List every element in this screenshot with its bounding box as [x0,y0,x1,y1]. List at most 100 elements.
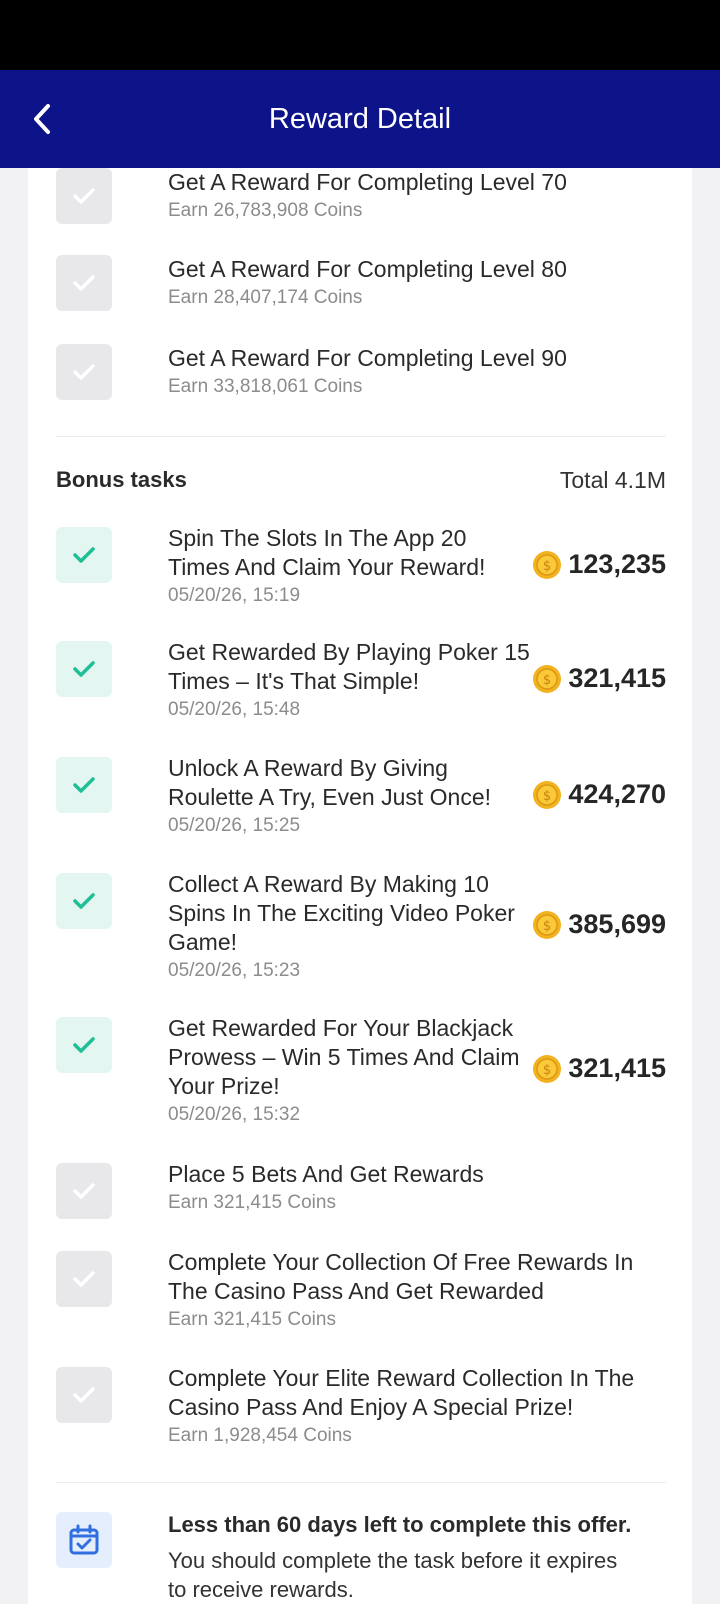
task-title-line: Times – It's That Simple! [168,668,420,694]
reward-value: 123,235 [568,549,666,579]
bonus-task-done: Collect A Reward By Making 10 Spins In T… [56,871,666,991]
check-icon [73,1183,95,1199]
task-title-line: Times And Claim Your Reward! [168,554,486,580]
task-title-line: Game! [168,929,238,955]
check-box [56,641,112,697]
check-icon [73,188,95,204]
task-earn: Earn 28,407,174 Coins [168,287,363,308]
back-button[interactable] [18,95,66,143]
check-icon [73,547,95,563]
reward-value: 424,270 [568,779,666,809]
notice-title: Less than 60 days left to complete this … [168,1512,632,1537]
task-date: 05/20/26, 15:23 [168,960,301,981]
check-icon [73,1387,95,1403]
bonus-task-pending: Complete Your Elite Reward Collection In… [56,1365,666,1457]
task-date: 05/20/26, 15:32 [168,1104,301,1125]
task-title-line: Your Prize! [168,1073,280,1099]
task-title-line: Get Rewarded By Playing Poker 15 [168,639,530,665]
level-task-90: Get A Reward For Completing Level 90 Ear… [56,344,666,404]
task-title-line: Complete Your Elite Reward Collection In… [168,1365,635,1391]
check-icon [73,364,95,380]
check-box [56,255,112,311]
check-box [56,1017,112,1073]
page-title: Reward Detail [268,102,452,135]
coin-icon: $ [533,550,562,579]
task-title-line: Prowess – Win 5 Times And Claim [168,1044,520,1070]
task-earn: Earn 321,415 Coins [168,1192,336,1213]
check-icon [73,777,95,793]
calendar-check-icon [69,1524,99,1555]
task-title-line: Spins In The Exciting Video Poker [168,900,515,926]
task-title-line: The Casino Pass And Get Rewarded [168,1278,544,1304]
coin-icon: $ [533,910,562,939]
reward-value: 321,415 [568,1053,666,1083]
notice-icon-box [56,1512,112,1568]
task-date: 05/20/26, 15:25 [168,815,301,836]
bonus-label: Bonus tasks [56,467,187,492]
svg-text:$: $ [543,789,551,804]
reward-value: 385,699 [568,909,666,939]
task-earn: Earn 1,928,454 Coins [168,1425,352,1446]
svg-text:$: $ [543,1063,551,1078]
task-title-line: Spin The Slots In The App 20 [168,525,467,551]
check-box [56,168,112,224]
task-title-line: Get Rewarded For Your Blackjack [168,1015,514,1041]
chevron-left-icon [34,104,50,134]
reward-card: Get A Reward For Completing Level 70 Ear… [28,168,692,1604]
task-title-line: Casino Pass And Enjoy A Special Prize! [168,1394,574,1420]
task-title-line: Complete Your Collection Of Free Rewards… [168,1249,634,1275]
task-title-line: Roulette A Try, Even Just Once! [168,784,492,810]
coin-icon: $ [533,664,562,693]
check-box [56,873,112,929]
task-earn: Earn 321,415 Coins [168,1309,336,1330]
divider [56,1482,666,1483]
check-icon [73,893,95,909]
check-icon [73,275,95,291]
coin-icon: $ [533,1054,562,1083]
divider [56,436,666,437]
bonus-task-done: Spin The Slots In The App 20 Times And C… [56,525,666,617]
reward-amount: $ 385,699 [532,909,666,940]
svg-text:$: $ [543,673,551,688]
check-box [56,1163,112,1219]
task-title: Get A Reward For Completing Level 70 [168,169,567,195]
bonus-task-pending: Place 5 Bets And Get Rewards Earn 321,41… [56,1161,666,1223]
level-task-80: Get A Reward For Completing Level 80 Ear… [56,255,666,315]
level-task-70: Get A Reward For Completing Level 70 Ear… [56,168,666,228]
check-box [56,1251,112,1307]
reward-value: 321,415 [568,663,666,693]
check-box [56,527,112,583]
reward-amount: $ 321,415 [532,663,666,694]
notice-line: You should complete the task before it e… [168,1548,618,1573]
notice-line: to receive rewards. [168,1577,354,1602]
task-date: 05/20/26, 15:19 [168,585,301,606]
task-title-line: Collect A Reward By Making 10 [168,871,489,897]
check-icon [73,1037,95,1053]
task-title-line: Place 5 Bets And Get Rewards [168,1161,484,1187]
bonus-task-done: Get Rewarded By Playing Poker 15 Times –… [56,639,666,731]
svg-text:$: $ [543,559,551,574]
status-bar [0,0,720,70]
svg-text:$: $ [543,919,551,934]
check-box [56,757,112,813]
reward-amount: $ 321,415 [532,1053,666,1084]
task-title-line: Unlock A Reward By Giving [168,755,448,781]
bonus-task-done: Get Rewarded For Your Blackjack Prowess … [56,1015,666,1135]
bonus-task-pending: Complete Your Collection Of Free Rewards… [56,1249,666,1341]
check-icon [73,1271,95,1287]
task-date: 05/20/26, 15:48 [168,699,301,720]
task-title: Get A Reward For Completing Level 80 [168,256,567,282]
bonus-task-done: Unlock A Reward By Giving Roulette A Try… [56,755,666,847]
bonus-section-header: Bonus tasks Total 4.1M [56,467,666,497]
bonus-total: Total 4.1M [559,467,666,493]
notice-body: You should complete the task before it e… [168,1546,678,1604]
reward-amount: $ 123,235 [532,549,666,580]
check-icon [73,661,95,677]
coin-icon: $ [533,780,562,809]
check-box [56,1367,112,1423]
task-title: Get A Reward For Completing Level 90 [168,345,567,371]
task-earn: Earn 26,783,908 Coins [168,200,363,221]
task-earn: Earn 33,818,061 Coins [168,376,363,397]
reward-amount: $ 424,270 [532,779,666,810]
check-box [56,344,112,400]
